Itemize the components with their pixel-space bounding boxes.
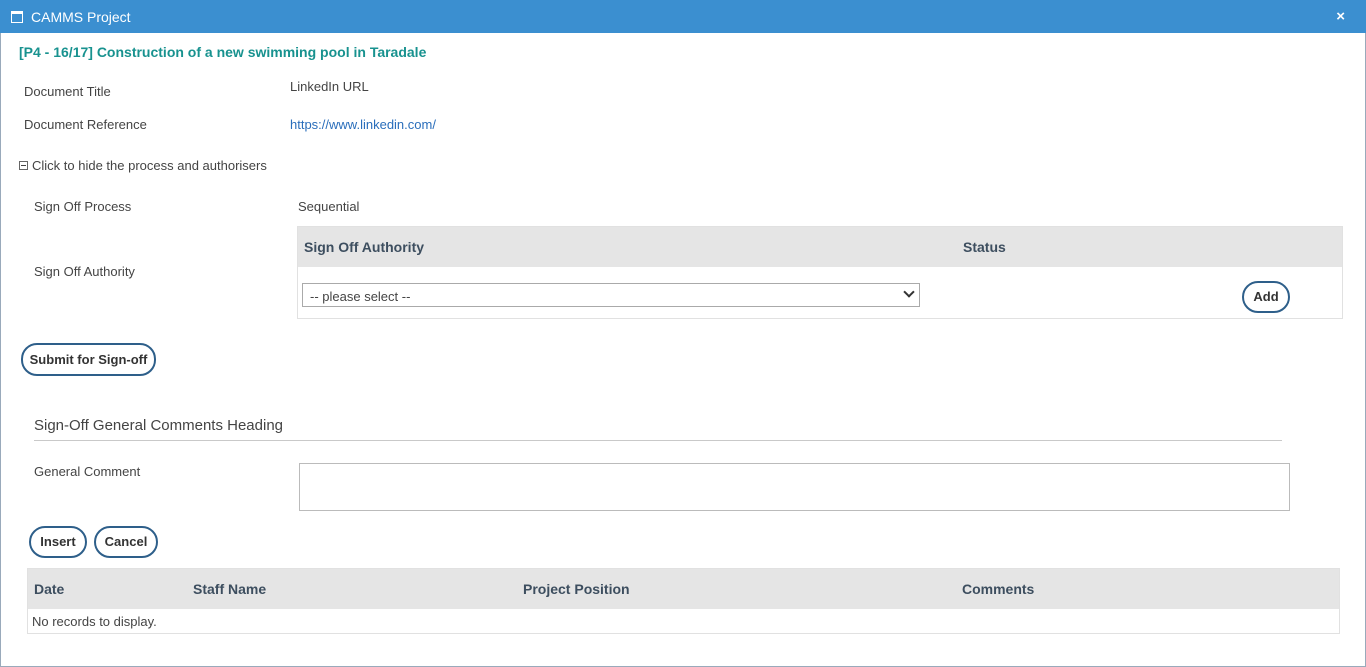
submit-for-sign-off-button[interactable]: Submit for Sign-off: [21, 343, 156, 376]
close-icon[interactable]: ×: [1336, 8, 1345, 25]
document-reference-link[interactable]: https://www.linkedin.com/: [290, 117, 436, 132]
collapse-icon: [19, 161, 28, 170]
window-title: CAMMS Project: [31, 9, 131, 25]
comments-section-heading: Sign-Off General Comments Heading: [34, 417, 284, 434]
grid-header: Date Staff Name Project Position Comment…: [28, 569, 1339, 609]
document-title-value: LinkedIn URL: [290, 79, 369, 94]
sign-off-authority-select[interactable]: -- please select --: [302, 283, 920, 307]
no-records-message: No records to display.: [32, 614, 157, 629]
column-header-comments[interactable]: Comments: [962, 581, 1034, 597]
column-header-staff-name[interactable]: Staff Name: [193, 581, 266, 597]
section-divider: [34, 440, 1282, 441]
document-title-label: Document Title: [24, 84, 111, 99]
grid-header: Sign Off Authority Status: [298, 227, 1342, 267]
cancel-button[interactable]: Cancel: [94, 526, 158, 558]
add-button[interactable]: Add: [1242, 281, 1290, 313]
select-value: -- please select --: [310, 289, 411, 304]
title-bar: CAMMS Project ×: [0, 0, 1366, 33]
general-comment-textarea[interactable]: [299, 463, 1290, 511]
dialog-frame: [0, 0, 1366, 667]
sign-off-process-value: Sequential: [298, 199, 360, 214]
chevron-down-icon: [903, 286, 915, 298]
sign-off-authority-label: Sign Off Authority: [34, 264, 135, 279]
hide-process-toggle[interactable]: Click to hide the process and authoriser…: [19, 158, 267, 173]
project-title: [P4 - 16/17] Construction of a new swimm…: [19, 44, 427, 60]
general-comment-label: General Comment: [34, 464, 141, 479]
window-icon: [11, 11, 23, 23]
insert-button[interactable]: Insert: [29, 526, 87, 558]
column-header-date[interactable]: Date: [34, 581, 64, 597]
document-reference-label: Document Reference: [24, 117, 147, 132]
column-header-project-position[interactable]: Project Position: [523, 581, 630, 597]
column-header-status: Status: [963, 239, 1006, 255]
sign-off-authority-grid: Sign Off Authority Status -- please sele…: [297, 226, 1343, 319]
column-header-sign-off-authority: Sign Off Authority: [304, 239, 425, 255]
sign-off-process-label: Sign Off Process: [34, 199, 132, 214]
comments-grid: Date Staff Name Project Position Comment…: [27, 568, 1340, 634]
toggle-label: Click to hide the process and authoriser…: [32, 158, 267, 173]
